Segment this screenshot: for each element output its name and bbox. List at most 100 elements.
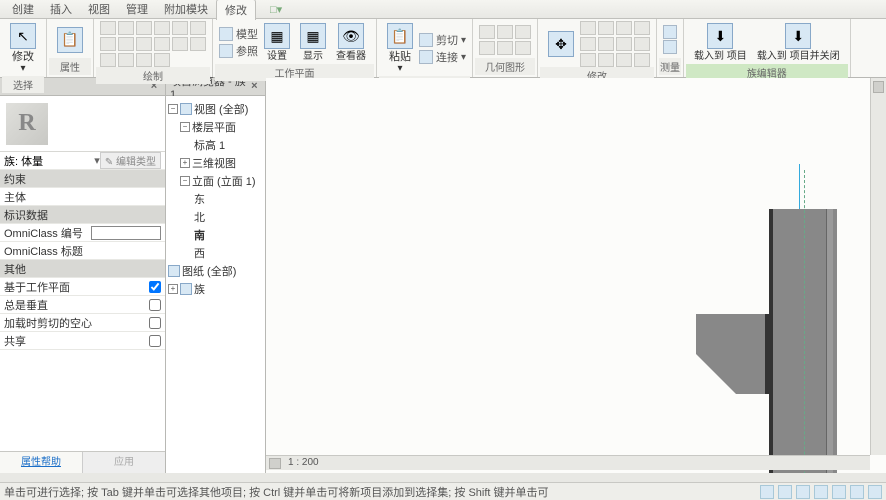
geo-t4-icon[interactable]: [479, 41, 495, 55]
paste-button[interactable]: 📋粘贴▾: [383, 21, 417, 76]
other-header[interactable]: 其他: [0, 260, 165, 278]
status-icon-2[interactable]: [778, 485, 792, 499]
mod-t1-icon[interactable]: [580, 21, 596, 35]
mod-t2-icon[interactable]: [598, 21, 614, 35]
load-close-button[interactable]: ⬇载入到 项目并关闭: [753, 21, 844, 64]
draw-t9-icon[interactable]: [136, 53, 152, 67]
measure-2[interactable]: [663, 40, 677, 54]
scroll-thumb[interactable]: [269, 458, 281, 469]
status-icon-3[interactable]: [796, 485, 810, 499]
type-selector-row[interactable]: 族: 体量 ✎ 编辑类型: [0, 152, 165, 170]
measure-1[interactable]: [663, 25, 677, 39]
tree-3dview[interactable]: +三维视图: [168, 154, 263, 172]
mod-t11-icon[interactable]: [616, 53, 632, 67]
shared-checkbox[interactable]: [149, 335, 161, 347]
collapse-icon[interactable]: −: [168, 104, 178, 114]
tree-south[interactable]: 南: [168, 226, 263, 244]
load-project-button[interactable]: ⬇载入到 项目: [690, 21, 751, 64]
status-filter-icon[interactable]: [868, 485, 882, 499]
mod-t3-icon[interactable]: [616, 21, 632, 35]
draw-t10-icon[interactable]: [154, 53, 170, 67]
status-icon-4[interactable]: [814, 485, 828, 499]
tree-east[interactable]: 东: [168, 190, 263, 208]
status-icon-1[interactable]: [760, 485, 774, 499]
draw-circle-icon[interactable]: [154, 21, 170, 35]
draw-rect-icon[interactable]: [118, 21, 134, 35]
mod-t4-icon[interactable]: [634, 21, 650, 35]
horizontal-scrollbar[interactable]: 1 : 200: [266, 455, 870, 470]
scroll-thumb[interactable]: [873, 81, 884, 93]
geo-t2-icon[interactable]: [497, 25, 513, 39]
move-button[interactable]: ✥: [544, 29, 578, 59]
omni-number-input[interactable]: [91, 226, 161, 240]
tree-sheets[interactable]: 图纸 (全部): [168, 262, 263, 280]
menu-expand[interactable]: □▾: [262, 1, 290, 18]
menu-modify[interactable]: 修改: [216, 0, 256, 20]
draw-t7-icon[interactable]: [100, 53, 116, 67]
tree-west[interactable]: 西: [168, 244, 263, 262]
draw-arc2-icon[interactable]: [190, 21, 206, 35]
draw-arc-icon[interactable]: [172, 21, 188, 35]
ref-button[interactable]: 参照: [219, 43, 258, 59]
constraints-header[interactable]: 约束: [0, 170, 165, 188]
mod-t8-icon[interactable]: [634, 37, 650, 51]
cut-voids-checkbox[interactable]: [149, 317, 161, 329]
draw-t6-icon[interactable]: [190, 37, 206, 51]
geo-t3-icon[interactable]: [515, 25, 531, 39]
mod-t9-icon[interactable]: [580, 53, 596, 67]
iddata-header[interactable]: 标识数据: [0, 206, 165, 224]
workplane-based-checkbox[interactable]: [149, 281, 161, 293]
close-icon[interactable]: ×: [248, 80, 261, 94]
mod-t10-icon[interactable]: [598, 53, 614, 67]
menu-addon[interactable]: 附加模块: [156, 0, 216, 19]
collapse-icon[interactable]: −: [180, 176, 190, 186]
draw-partial-icon[interactable]: [136, 37, 152, 51]
always-vertical-checkbox[interactable]: [149, 299, 161, 311]
mod-t5-icon[interactable]: [580, 37, 596, 51]
draw-t5-icon[interactable]: [172, 37, 188, 51]
tree-north[interactable]: 北: [168, 208, 263, 226]
menu-create[interactable]: 创建: [4, 0, 42, 19]
draw-t8-icon[interactable]: [118, 53, 134, 67]
dim-icon: [663, 40, 677, 54]
collapse-icon[interactable]: −: [180, 122, 190, 132]
tree-floorplan[interactable]: −楼层平面: [168, 118, 263, 136]
mod-t7-icon[interactable]: [616, 37, 632, 51]
join-button[interactable]: 连接 ▾: [419, 49, 466, 65]
drawing-canvas[interactable]: 1 : 200: [266, 78, 886, 473]
expand-icon[interactable]: +: [180, 158, 190, 168]
menu-manage[interactable]: 管理: [118, 0, 156, 19]
geo-t6-icon[interactable]: [515, 41, 531, 55]
properties-help-link[interactable]: 属性帮助: [0, 452, 82, 473]
properties-button[interactable]: 📋: [53, 25, 87, 55]
mod-t12-icon[interactable]: [634, 53, 650, 67]
set-icon: ▦: [264, 23, 290, 49]
model-button[interactable]: 模型: [219, 26, 258, 42]
cut-button[interactable]: 剪切 ▾: [419, 32, 466, 48]
tree-level1[interactable]: 标高 1: [168, 136, 263, 154]
status-icon-6[interactable]: [850, 485, 864, 499]
tree-families[interactable]: +族: [168, 280, 263, 298]
expand-icon[interactable]: +: [168, 284, 178, 294]
tree-views[interactable]: −视图 (全部): [168, 100, 263, 118]
status-icon-5[interactable]: [832, 485, 846, 499]
draw-poly-icon[interactable]: [136, 21, 152, 35]
geo-t5-icon[interactable]: [497, 41, 513, 55]
modify-button[interactable]: ↖ 修改▾: [6, 21, 40, 76]
draw-ellipse-icon[interactable]: [118, 37, 134, 51]
vertical-scrollbar[interactable]: [870, 78, 886, 455]
draw-line-icon[interactable]: [100, 21, 116, 35]
draw-spline-icon[interactable]: [100, 37, 116, 51]
tree-elevation[interactable]: −立面 (立面 1): [168, 172, 263, 190]
draw-pick-icon[interactable]: [154, 37, 170, 51]
model-column[interactable]: [769, 209, 837, 473]
mod-t6-icon[interactable]: [598, 37, 614, 51]
set-button[interactable]: ▦设置: [260, 21, 294, 64]
geo-t1-icon[interactable]: [479, 25, 495, 39]
properties-apply-button[interactable]: 应用: [82, 452, 165, 473]
menu-view[interactable]: 视图: [80, 0, 118, 19]
edit-type-button[interactable]: ✎ 编辑类型: [100, 152, 161, 169]
show-button[interactable]: ▦显示: [296, 21, 330, 64]
viewer-button[interactable]: 👁查看器: [332, 21, 370, 64]
menu-insert[interactable]: 插入: [42, 0, 80, 19]
